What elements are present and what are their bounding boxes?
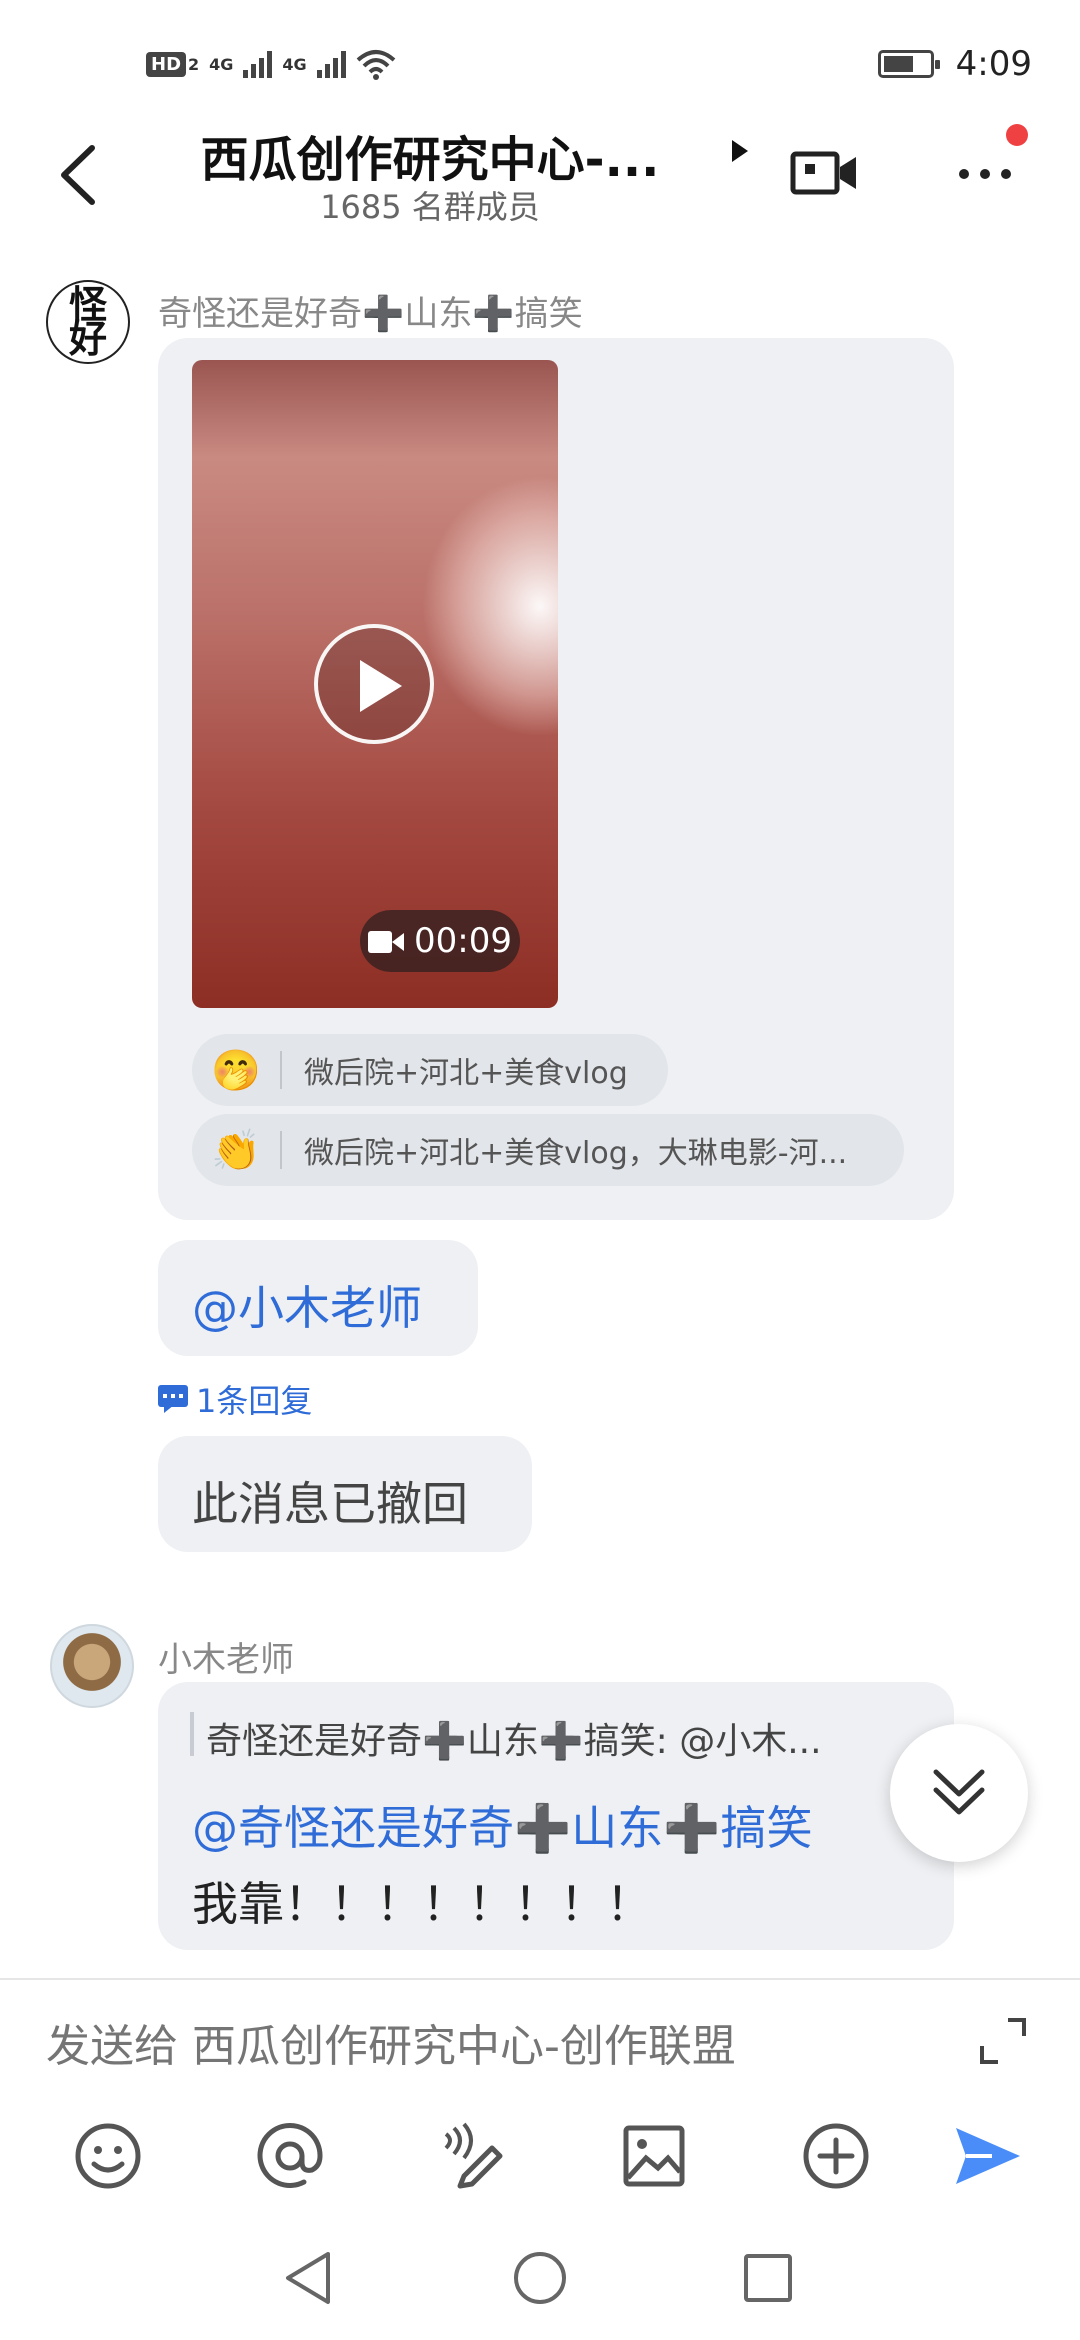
clap-emoji-icon: 👏 [211,1127,261,1174]
video-camera-icon [368,929,404,953]
reply-link[interactable]: 1条回复 [158,1376,312,1422]
reaction-row[interactable]: 🤭 微后院+河北+美食vlog [192,1034,668,1106]
smirk-emoji-icon: 🤭 [211,1047,261,1094]
network-type-1: 4G [209,54,234,74]
battery-icon [877,50,940,78]
reaction-users: 微后院+河北+美食vlog [304,1056,628,1091]
recalled-text: 此消息已撤回 [192,1477,468,1531]
scroll-down-button[interactable] [890,1724,1028,1862]
sender-name: 奇怪还是好奇➕山东➕搞笑 [158,294,583,334]
duration-text: 00:09 [414,921,512,961]
network-type-2: 4G [282,54,307,74]
mention-text[interactable]: @小木老师 [192,1272,422,1338]
avatar[interactable] [50,1624,134,1708]
plus-icon[interactable] [800,2120,872,2192]
sender-name: 小木老师 [158,1640,294,1680]
emoji-icon[interactable] [72,2120,144,2192]
signal-icon-2 [316,50,346,78]
reply-count[interactable]: 1条回复 [196,1376,312,1422]
member-count[interactable]: 1685 名群成员 [170,182,690,228]
nav-back-icon[interactable] [282,2248,336,2308]
message-text: 我靠！！！！！！！！ [192,1877,652,1931]
play-triangle-icon[interactable] [732,140,748,162]
divider [280,1051,282,1089]
notification-dot [1006,124,1028,146]
double-chevron-down-icon [933,1769,985,1815]
image-icon[interactable] [618,2120,690,2192]
sim-number: 2 [188,54,200,74]
reply-comment-icon [158,1385,188,1413]
nav-home-icon[interactable] [512,2250,568,2306]
reaction-users: 微后院+河北+美食vlog，大琳电影-河... [304,1136,848,1171]
divider [0,1978,1080,1980]
voice-pen-icon[interactable] [436,2120,508,2192]
send-icon[interactable] [952,2120,1024,2192]
wifi-icon [356,50,396,80]
mention-text[interactable]: @奇怪还是好奇➕山东➕搞笑 [192,1792,813,1858]
avatar[interactable]: 怪好 [46,280,130,364]
play-icon[interactable] [314,624,434,744]
more-icon[interactable] [950,140,1020,200]
expand-icon[interactable] [978,2016,1028,2066]
at-icon[interactable] [254,2120,326,2192]
back-icon[interactable] [50,140,110,210]
clock: 4:09 [955,44,1032,84]
reaction-row[interactable]: 👏 微后院+河北+美食vlog，大琳电影-河... [192,1114,904,1186]
divider [280,1131,282,1169]
group-title[interactable]: 西瓜创作研究中心-... [170,120,690,190]
status-left: HD 2 4G 4G [146,44,396,84]
status-right: 4:09 [877,44,1032,84]
video-duration: 00:09 [360,910,520,972]
message-input[interactable] [46,2016,946,2076]
hd-badge: HD [146,51,187,77]
quoted-message[interactable]: 奇怪还是好奇➕山东➕搞笑: @小木... [190,1712,822,1762]
status-bar: HD 2 4G 4G 4:09 [0,0,1080,130]
avatar-text: 怪好 [68,281,107,361]
signal-icon [243,50,273,78]
nav-recents-icon[interactable] [742,2252,794,2304]
video-call-icon[interactable] [790,148,860,198]
